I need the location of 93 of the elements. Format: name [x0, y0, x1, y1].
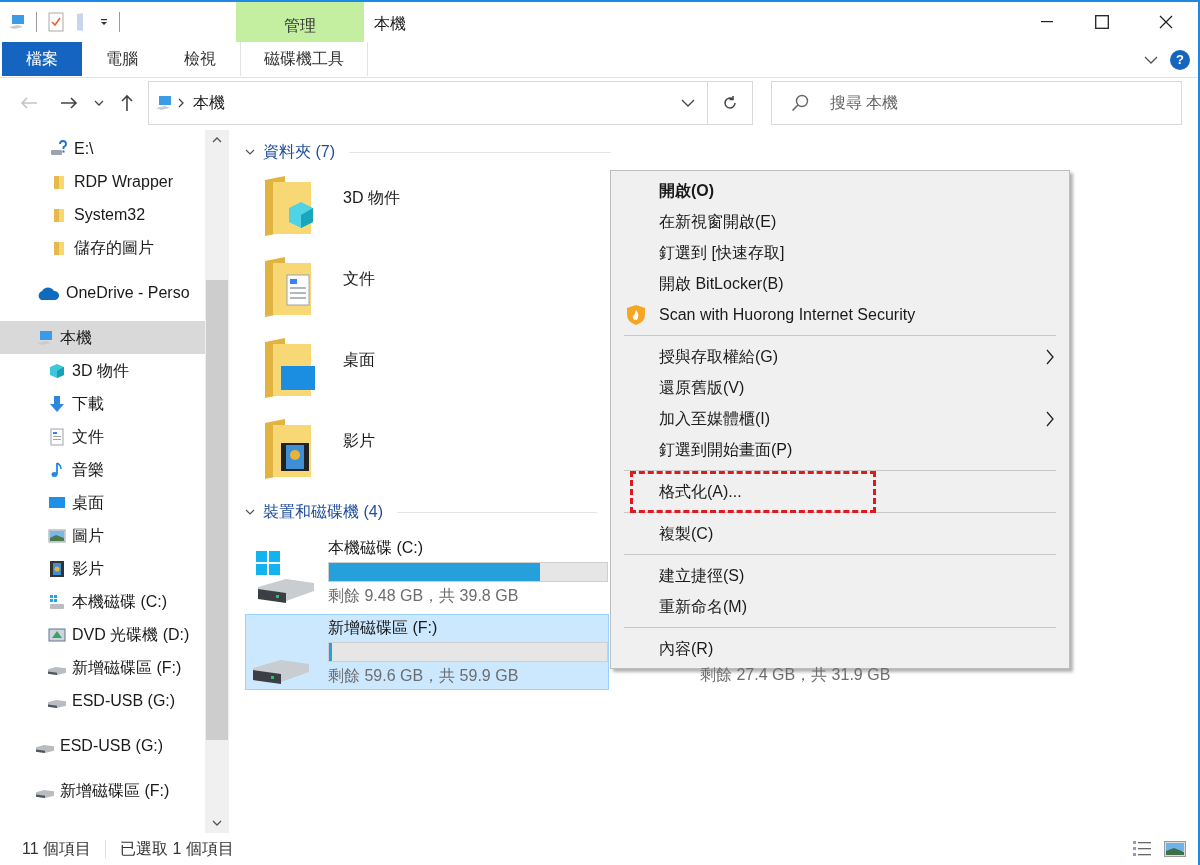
ribbon-tab[interactable]: 磁碟機工具: [240, 42, 368, 76]
drive-icon: [48, 699, 66, 708]
ribbon-tab[interactable]: 檢視: [162, 42, 238, 76]
sidebar-item[interactable]: 本機: [0, 321, 205, 354]
chevron-right-icon: [177, 98, 185, 108]
forward-icon[interactable]: [60, 96, 78, 110]
sidebar-item[interactable]: 文件: [0, 420, 205, 453]
drive-icon: [48, 666, 66, 675]
document-icon: [48, 427, 66, 446]
sidebar-item[interactable]: ESD-USB (G:): [0, 729, 205, 762]
drive-name: 本機磁碟 (C:): [328, 538, 425, 558]
sidebar-item[interactable]: DVD 光碟機 (D:): [0, 618, 205, 651]
shield-icon: [625, 303, 647, 326]
sidebar-item[interactable]: 新增磁碟區 (F:): [0, 774, 205, 807]
scroll-down-icon[interactable]: [212, 818, 222, 828]
drive-icon: [36, 789, 54, 798]
refresh-icon: [722, 95, 738, 111]
drive-icon: [50, 139, 68, 158]
help-button[interactable]: ?: [1170, 49, 1190, 70]
chevron-down-icon: [245, 508, 255, 516]
sidebar-item[interactable]: 圖片: [0, 519, 205, 552]
sidebar-item[interactable]: RDP Wrapper: [0, 165, 205, 198]
menu-item[interactable]: 授與存取權給(G): [611, 341, 1069, 372]
search-icon: [791, 94, 809, 112]
menu-item[interactable]: 加入至媒體櫃(I): [611, 403, 1069, 434]
sidebar-item[interactable]: 3D 物件: [0, 354, 205, 387]
sidebar-item[interactable]: OneDrive - Perso: [0, 276, 205, 309]
drive-space: 剩餘 59.6 GB，共 59.9 GB: [328, 666, 520, 686]
menu-item[interactable]: 開啟(O): [611, 175, 1069, 206]
menu-item[interactable]: Scan with Huorong Internet Security: [611, 299, 1069, 330]
sidebar-item[interactable]: E:\: [0, 132, 205, 165]
menu-item[interactable]: 在新視窗開啟(E): [611, 206, 1069, 237]
windows-drive-icon: [48, 592, 66, 611]
menu-item[interactable]: 建立捷徑(S): [611, 560, 1069, 591]
folder-name[interactable]: 影片: [343, 429, 375, 453]
large-icons-view-icon[interactable]: [1164, 841, 1186, 857]
drive-icon: [36, 744, 54, 753]
cube-icon: [48, 361, 66, 380]
folder-name[interactable]: 文件: [343, 267, 375, 291]
menu-item[interactable]: 重新命名(M): [611, 591, 1069, 622]
drive-tile[interactable]: 本機磁碟 (C:) 剩餘 9.48 GB，共 39.8 GB: [245, 534, 609, 610]
sidebar-item[interactable]: 儲存的圖片: [0, 231, 205, 264]
item-count: 11 個項目: [22, 839, 92, 859]
dropdown-icon[interactable]: [681, 98, 695, 108]
sidebar-item[interactable]: 音樂: [0, 453, 205, 486]
search-field[interactable]: 搜尋 本機: [771, 81, 1182, 125]
dropdown-icon[interactable]: [99, 17, 109, 27]
properties-icon[interactable]: [47, 12, 65, 32]
drive-tile[interactable]: 新增磁碟區 (F:) 剩餘 59.6 GB，共 59.9 GB: [245, 614, 609, 690]
sidebar-item[interactable]: 影片: [0, 552, 205, 585]
up-icon[interactable]: [120, 94, 134, 112]
chevron-down-icon: [245, 148, 255, 156]
film-icon: [48, 559, 66, 578]
minimize-icon: [1041, 21, 1053, 23]
sidebar-item[interactable]: 下載: [0, 387, 205, 420]
computer-icon: [36, 328, 54, 347]
group-header[interactable]: 資料夾 (7): [245, 140, 1198, 164]
sidebar-item[interactable]: 桌面: [0, 486, 205, 519]
sidebar-item[interactable]: 新增磁碟區 (F:): [0, 651, 205, 684]
download-icon: [48, 394, 66, 413]
scrollbar-thumb[interactable]: [206, 280, 228, 740]
expand-ribbon-icon[interactable]: [1144, 54, 1158, 65]
drive-space: 剩餘 9.48 GB，共 39.8 GB: [328, 586, 520, 606]
folder-name[interactable]: 桌面: [343, 348, 375, 372]
dvd-drive-icon: [48, 625, 66, 644]
recent-locations-icon[interactable]: [94, 99, 104, 107]
sidebar-item[interactable]: ESD-USB (G:): [0, 684, 205, 717]
computer-icon: [155, 94, 173, 112]
ribbon-tab[interactable]: 檔案: [2, 42, 82, 76]
maximize-icon: [1095, 15, 1109, 29]
sidebar-item[interactable]: 本機磁碟 (C:): [0, 585, 205, 618]
computer-icon: [8, 13, 26, 31]
menu-item[interactable]: 內容(R): [611, 633, 1069, 664]
ribbon-tab[interactable]: 電腦: [84, 42, 160, 76]
address-bar[interactable]: 本機: [148, 81, 753, 125]
contextual-tab-group: 管理: [236, 2, 364, 42]
details-view-icon[interactable]: [1132, 840, 1152, 858]
folder-name[interactable]: 3D 物件: [343, 186, 400, 210]
menu-item[interactable]: 釘選到 [快速存取]: [611, 237, 1069, 268]
window-title: 本機: [373, 14, 406, 34]
scrollbar[interactable]: [205, 130, 229, 833]
scroll-up-icon[interactable]: [212, 135, 222, 145]
sidebar-item[interactable]: System32: [0, 198, 205, 231]
address-path: 本機: [193, 93, 225, 113]
menu-item[interactable]: 釘選到開始畫面(P): [611, 434, 1069, 465]
drive-space: 剩餘 27.4 GB，共 31.9 GB: [700, 665, 891, 685]
close-icon: [1159, 15, 1173, 29]
drive-icon: [252, 659, 310, 685]
drive-name: 新增磁碟區 (F:): [328, 618, 439, 638]
selection-count: 已選取 1 個項目: [120, 839, 234, 859]
menu-item[interactable]: 還原舊版(V): [611, 372, 1069, 403]
pictures-icon: [48, 526, 66, 545]
menu-item[interactable]: 開啟 BitLocker(B): [611, 268, 1069, 299]
